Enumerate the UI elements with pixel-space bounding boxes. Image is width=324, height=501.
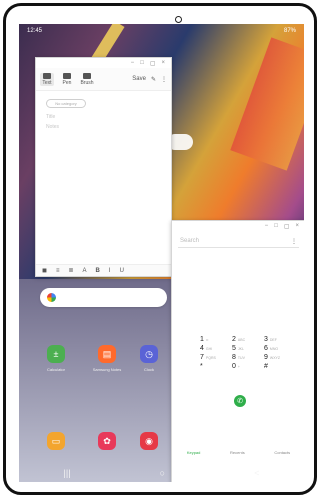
pen-tool-button[interactable]: Pen: [60, 72, 74, 86]
tab-contacts[interactable]: Contacts: [274, 450, 290, 455]
save-button[interactable]: Save: [132, 76, 146, 82]
screen: 12:45 87% − □ ▢ × Text Pen Brush Save ✎ …: [19, 24, 304, 482]
italic-icon[interactable]: I: [109, 268, 111, 274]
status-battery: 87%: [283, 28, 296, 34]
status-time: 12:45: [27, 28, 43, 34]
key-2[interactable]: 2 ABC: [232, 336, 264, 343]
attach-icon[interactable]: ✎: [151, 76, 156, 83]
tab-recents[interactable]: Recents: [230, 450, 245, 455]
restore-icon[interactable]: □: [274, 223, 278, 229]
back-nav-button[interactable]: <: [254, 468, 259, 478]
front-camera: [175, 16, 182, 23]
tab-keypad[interactable]: Keypad: [187, 450, 201, 455]
notes-window-bar[interactable]: − □ ▢ ×: [36, 58, 171, 68]
brush-tool-button[interactable]: Brush: [80, 72, 94, 86]
brush-icon: [83, 72, 91, 79]
app-label: Samsung Notes: [92, 367, 122, 372]
key-hash[interactable]: #: [264, 363, 296, 370]
calculator-app-icon[interactable]: ±: [47, 345, 65, 363]
minimize-icon[interactable]: −: [131, 60, 135, 66]
checkbox-format-icon[interactable]: ◼: [42, 267, 47, 274]
more-options-icon[interactable]: ⋮: [291, 238, 299, 245]
gallery-app-icon[interactable]: ✿: [98, 432, 116, 450]
minimize-icon[interactable]: −: [265, 223, 269, 229]
key-7[interactable]: 7 PQRS: [200, 354, 232, 361]
font-size-icon[interactable]: A: [83, 268, 87, 274]
navigation-bar: ||| ○ <: [19, 464, 304, 482]
key-9[interactable]: 9 WXYZ: [264, 354, 296, 361]
list-format-icon[interactable]: ≡: [56, 268, 60, 274]
home-nav-button[interactable]: ○: [160, 468, 165, 478]
key-4[interactable]: 4 GHI: [200, 345, 232, 352]
phone-search-input[interactable]: Search ⋮: [178, 235, 299, 248]
close-icon[interactable]: ×: [295, 223, 299, 229]
phone-window[interactable]: − □ ▢ × Search ⋮ 1 ∞ 2 ABC 3 DEF 4 GHI 5 JKL …: [171, 220, 304, 482]
key-6[interactable]: 6 MNO: [264, 345, 296, 352]
close-icon[interactable]: ×: [161, 60, 165, 66]
samsung-notes-app-icon[interactable]: ▤: [98, 345, 116, 363]
key-3[interactable]: 3 DEF: [264, 336, 296, 343]
google-search-bar[interactable]: [40, 288, 167, 307]
notes-toolbar: Text Pen Brush Save ✎ ⋮: [36, 68, 171, 91]
bold-icon[interactable]: B: [96, 268, 100, 274]
format-bar: ◼ ≡ ≣ A B I U: [36, 264, 171, 276]
phone-tabs: Keypad Recents Contacts: [172, 450, 304, 455]
camera-app-icon[interactable]: ◉: [140, 432, 158, 450]
numbered-list-icon[interactable]: ≣: [69, 267, 74, 274]
dial-keypad: 1 ∞ 2 ABC 3 DEF 4 GHI 5 JKL 6 MNO 7 PQRS 8 TUV 9…: [200, 336, 296, 370]
text-icon: [43, 72, 51, 79]
app-label: Clock: [143, 367, 154, 372]
key-8[interactable]: 8 TUV: [232, 354, 264, 361]
google-icon: [47, 293, 56, 302]
title-field[interactable]: Title: [46, 114, 171, 120]
key-0[interactable]: 0 +: [232, 363, 264, 370]
recents-nav-button[interactable]: |||: [64, 468, 71, 478]
phone-window-bar[interactable]: − □ ▢ ×: [172, 221, 304, 231]
clock-app-icon[interactable]: ◷: [140, 345, 158, 363]
key-1[interactable]: 1 ∞: [200, 336, 232, 343]
notes-window[interactable]: − □ ▢ × Text Pen Brush Save ✎ ⋮ No categ…: [35, 57, 172, 277]
more-options-icon[interactable]: ⋮: [161, 76, 167, 83]
category-chip[interactable]: No category: [46, 99, 86, 108]
app-label: Calculator: [46, 367, 65, 372]
my-files-app-icon[interactable]: ▭: [47, 432, 65, 450]
body-field[interactable]: Notes: [46, 124, 171, 130]
phone-icon: ✆: [237, 398, 243, 405]
restore-icon[interactable]: □: [140, 60, 144, 66]
pen-icon: [63, 72, 71, 79]
key-star[interactable]: *: [200, 363, 232, 370]
key-5[interactable]: 5 JKL: [232, 345, 264, 352]
maximize-icon[interactable]: ▢: [284, 223, 290, 230]
underline-icon[interactable]: U: [120, 268, 124, 274]
call-button[interactable]: ✆: [234, 395, 246, 407]
text-tool-button[interactable]: Text: [40, 72, 54, 86]
maximize-icon[interactable]: ▢: [150, 60, 156, 67]
